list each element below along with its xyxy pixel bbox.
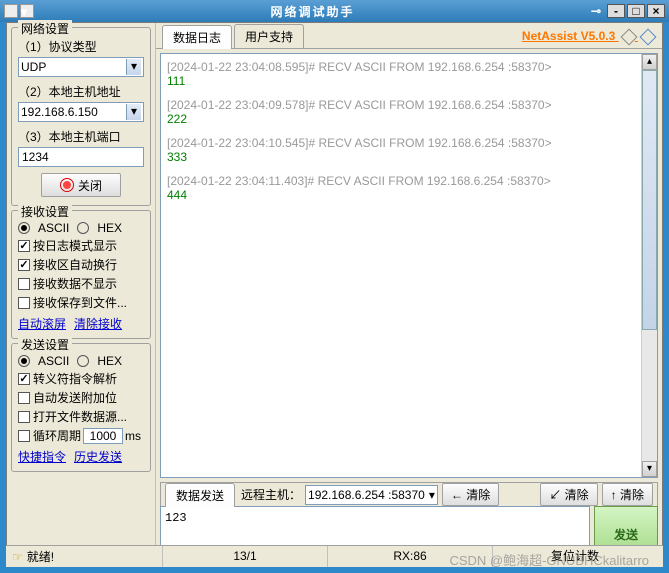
left-panel: 网络设置 （1）协议类型 UDP ▾ （2）本地主机地址 192.168.6.1… [7,23,155,566]
port-label: （3）本地主机端口 [18,128,144,145]
close-connection-button[interactable]: 关闭 [41,173,121,197]
shortcut-link[interactable]: 快捷指令 [18,448,66,465]
vertical-scrollbar[interactable]: ▴ ▾ [641,54,657,477]
scroll-down-icon[interactable]: ▾ [642,461,657,477]
open-file-checkbox[interactable] [18,411,30,423]
auto-append-checkbox[interactable] [18,392,30,404]
send-settings-title: 发送设置 [18,336,72,353]
loop-period-input[interactable]: 1000 [83,428,123,444]
maximize-button[interactable]: □ [627,4,645,18]
log-data: 333 [167,150,651,164]
log-head: [2024-01-22 23:04:11.403]# RECV ASCII FR… [167,174,651,188]
escape-checkbox[interactable] [18,373,30,385]
status-rx: RX:86 [327,546,492,567]
titlebar-right-icons: ⊸ - □ × [587,4,669,18]
tab-data-log[interactable]: 数据日志 [162,25,232,49]
save-file-checkbox[interactable] [18,297,30,309]
status-ready: 就绪! [27,548,54,565]
send-tab[interactable]: 数据发送 [165,483,235,507]
chevron-down-icon: ▾ [126,59,141,75]
log-data: 444 [167,188,651,202]
history-link[interactable]: 历史发送 [74,448,122,465]
close-window-button[interactable]: × [647,4,665,18]
protocol-combo[interactable]: UDP ▾ [18,57,144,77]
log-data: 111 [167,74,651,88]
scroll-up-icon[interactable]: ▴ [642,54,657,70]
chevron-down-icon: ▾ [126,104,141,120]
minimize-button[interactable]: - [607,4,625,18]
sun-icon [60,178,74,192]
auto-wrap-checkbox[interactable] [18,259,30,271]
auto-scroll-link[interactable]: 自动滚屏 [18,315,66,332]
clear-recv-link[interactable]: 清除接收 [74,315,122,332]
hand-icon: ☞ [12,550,23,564]
pin-icon[interactable]: ⊸ [591,4,605,18]
protocol-value: UDP [21,60,46,74]
send-settings-group: 发送设置 ASCII HEX 转义符指令解析 自动发送附加位 打开文件数据源..… [11,343,151,472]
remote-host-combo[interactable]: 192.168.6.254 :58370 ▾ [305,485,438,505]
recv-hex-radio[interactable] [77,222,89,234]
dropdown-icon[interactable]: ▾ [20,4,34,18]
titlebar-left-icons: ▾ [0,4,38,18]
loop-checkbox[interactable] [18,430,30,442]
log-mode-checkbox[interactable] [18,240,30,252]
title-bar: ▾ 网络调试助手 ⊸ - □ × [0,0,669,22]
host-label: （2）本地主机地址 [18,83,144,100]
recv-ascii-radio[interactable] [18,222,30,234]
send-ascii-radio[interactable] [18,355,30,367]
status-bar: ☞ 就绪! 13/1 RX:86 复位计数 [6,545,663,567]
port-input[interactable]: 1234 [18,147,144,167]
protocol-label: （1）协议类型 [18,38,144,55]
app-icon [4,4,18,18]
close-btn-label: 关闭 [78,177,102,194]
window-title: 网络调试助手 [38,3,587,20]
tab-bar: 数据日志 用户支持 NetAssist V5.0.3 [156,23,662,49]
status-count: 13/1 [162,546,327,567]
clear-button-1[interactable]: ↙ 清除 [540,483,597,506]
chevron-down-icon: ▾ [429,488,435,502]
log-head: [2024-01-22 23:04:09.578]# RECV ASCII FR… [167,98,651,112]
hide-recv-checkbox[interactable] [18,278,30,290]
gem-icon [640,28,657,45]
status-reset[interactable]: 复位计数 [492,546,657,567]
host-value: 192.168.6.150 [21,105,98,119]
network-settings-group: 网络设置 （1）协议类型 UDP ▾ （2）本地主机地址 192.168.6.1… [11,27,151,206]
right-panel: 数据日志 用户支持 NetAssist V5.0.3 [2024-01-22 2… [155,23,662,566]
clear-button-2[interactable]: ↑ 清除 [602,483,653,506]
scroll-thumb[interactable] [642,70,657,330]
recv-settings-title: 接收设置 [18,203,72,220]
version-label[interactable]: NetAssist V5.0.3 [522,29,654,43]
gem-icon [620,28,637,45]
network-settings-title: 网络设置 [18,20,72,37]
remote-host-label: 远程主机： [241,486,301,503]
send-hex-radio[interactable] [77,355,89,367]
log-head: [2024-01-22 23:04:08.595]# RECV ASCII FR… [167,60,651,74]
tab-user-support[interactable]: 用户支持 [234,24,304,48]
clear-remote-button[interactable]: ← 清除 [442,483,499,506]
log-area[interactable]: [2024-01-22 23:04:08.595]# RECV ASCII FR… [160,53,658,478]
host-combo[interactable]: 192.168.6.150 ▾ [18,102,144,122]
recv-settings-group: 接收设置 ASCII HEX 按日志模式显示 接收区自动换行 接收数据不显示 接… [11,210,151,339]
log-head: [2024-01-22 23:04:10.545]# RECV ASCII FR… [167,136,651,150]
main-area: 网络设置 （1）协议类型 UDP ▾ （2）本地主机地址 192.168.6.1… [6,22,663,567]
log-data: 222 [167,112,651,126]
